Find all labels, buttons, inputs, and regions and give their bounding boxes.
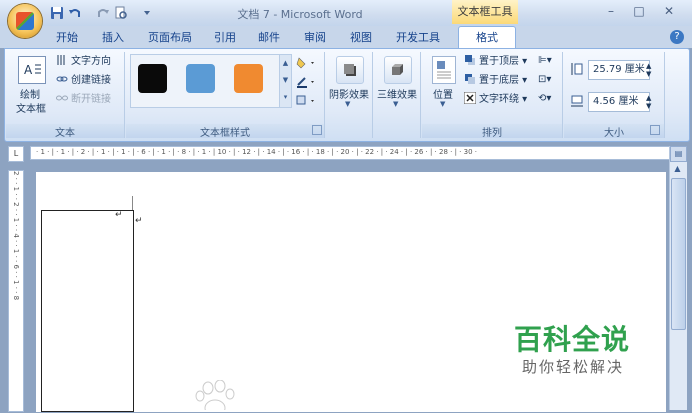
shape-fill-button[interactable]: [296, 56, 318, 70]
shape-outline-button[interactable]: [296, 75, 318, 89]
width-icon: [570, 94, 584, 108]
text-group-label: 文本: [6, 124, 124, 139]
shadow-dropdown-icon[interactable]: ▼: [345, 100, 350, 108]
svg-text:A: A: [24, 63, 33, 77]
draw-textbox-button[interactable]: 文本框: [8, 100, 54, 115]
margin-marker: [132, 196, 133, 210]
position-button[interactable]: 位置: [426, 86, 460, 101]
size-launcher-icon[interactable]: [650, 125, 660, 135]
tab-view[interactable]: 视图: [344, 29, 378, 47]
close-button[interactable]: ✕: [656, 4, 682, 20]
position-icon[interactable]: [432, 56, 456, 84]
undo-icon[interactable]: [68, 6, 82, 20]
text-direction-button[interactable]: 文字方向: [56, 54, 111, 70]
gallery-down-icon[interactable]: ▼: [280, 72, 291, 89]
styles-launcher-icon[interactable]: [312, 125, 322, 135]
window-title: 文档 7 - Microsoft Word: [237, 8, 363, 21]
context-tab-header: 文本框工具: [452, 0, 518, 24]
text-wrap-icon: [463, 91, 477, 105]
size-group-label: 大小: [564, 124, 664, 139]
group-icon[interactable]: ⊡▾: [538, 74, 558, 88]
watermark-subtitle: 助你轻松解决: [522, 358, 625, 376]
width-spinner-icon[interactable]: ▲ ▼: [646, 94, 651, 110]
text-wrap-button[interactable]: 文字环绕 ▾: [463, 91, 527, 108]
bring-front-label: 置于顶层: [479, 56, 519, 67]
tab-developer[interactable]: 开发工具: [390, 29, 446, 47]
scroll-up-icon[interactable]: ▲: [670, 162, 685, 176]
height-spinner-icon[interactable]: ▲ ▼: [646, 62, 651, 78]
print-preview-icon[interactable]: [114, 6, 128, 20]
align-icon[interactable]: ⊫▾: [538, 55, 558, 69]
link-icon: [56, 73, 68, 85]
break-link-icon: [56, 92, 68, 104]
vertical-ruler[interactable]: 2 · · 1 · · 2 · · 1 · · 4 · · 1 · · 6 · …: [8, 170, 24, 412]
text-direction-label: 文字方向: [71, 56, 111, 67]
maximize-button[interactable]: □: [626, 4, 652, 20]
office-button[interactable]: [8, 4, 42, 38]
tab-page-layout[interactable]: 页面布局: [142, 29, 198, 47]
vertical-ruler-marks: 2 · · 1 · · 2 · · 1 · · 4 · · 1 · · 6 · …: [12, 171, 20, 301]
help-icon[interactable]: ?: [670, 30, 684, 44]
tab-selector-icon[interactable]: L: [8, 146, 24, 162]
text-wrap-label: 文字环绕: [479, 94, 519, 105]
gallery-up-icon[interactable]: ▲: [280, 55, 291, 72]
width-field[interactable]: 4.56 厘米: [588, 92, 650, 112]
change-shape-button[interactable]: [296, 94, 318, 108]
send-to-back-button[interactable]: 置于底层 ▾: [464, 73, 527, 89]
draw-textbox-label1[interactable]: 绘制: [10, 86, 50, 101]
shadow-effects-button[interactable]: 阴影效果: [326, 86, 372, 101]
send-back-label: 置于底层: [479, 75, 519, 86]
break-link-label: 断开链接: [71, 94, 111, 105]
text-box[interactable]: [41, 210, 134, 412]
height-field[interactable]: 25.79 厘米: [588, 60, 650, 80]
textbox-return-mark: ↵: [115, 210, 123, 220]
minimize-button[interactable]: –: [598, 4, 624, 20]
create-link-button[interactable]: 创建链接: [56, 73, 111, 89]
three-d-dropdown-icon[interactable]: ▼: [393, 100, 398, 108]
position-dropdown-icon[interactable]: ▼: [440, 100, 445, 108]
customize-icon[interactable]: [140, 6, 154, 20]
paragraph-mark: ↵: [135, 216, 143, 226]
gallery-scroll[interactable]: ▲ ▼ ▾: [279, 54, 292, 108]
text-direction-icon: [56, 54, 68, 66]
style-swatch-blue[interactable]: [186, 64, 215, 93]
tab-review[interactable]: 审阅: [298, 29, 332, 47]
three-d-effects-button[interactable]: 三维效果: [374, 86, 420, 101]
save-icon[interactable]: [50, 6, 64, 20]
tab-mailings[interactable]: 邮件: [252, 29, 286, 47]
gallery-more-icon[interactable]: ▾: [280, 89, 291, 106]
tab-references[interactable]: 引用: [208, 29, 242, 47]
draw-textbox-icon: A: [18, 56, 46, 84]
arrange-group-label: 排列: [422, 124, 562, 139]
rotate-icon[interactable]: ⟲▾: [538, 93, 558, 107]
break-link-button[interactable]: 断开链接: [56, 92, 111, 108]
create-link-label: 创建链接: [71, 75, 111, 86]
scroll-thumb[interactable]: [671, 178, 686, 330]
style-swatch-orange[interactable]: [234, 64, 263, 93]
three-d-effects-icon[interactable]: [384, 56, 412, 84]
tab-home[interactable]: 开始: [50, 29, 84, 47]
watermark-title: 百科全说: [514, 323, 631, 356]
paw-watermark-icon: [190, 379, 240, 413]
tab-format[interactable]: 格式: [458, 26, 516, 49]
tab-insert[interactable]: 插入: [96, 29, 130, 47]
textbox-styles-label: 文本框样式: [126, 124, 324, 139]
send-back-icon: [464, 73, 476, 85]
shadow-effects-icon[interactable]: [336, 56, 364, 84]
bring-front-icon: [464, 54, 476, 66]
office-logo-icon: [16, 12, 34, 30]
height-icon: [570, 62, 584, 76]
horizontal-ruler-marks: · 1 · | · 1 · | · 2 · | · 1 · | · 1 · | …: [36, 148, 477, 156]
style-swatch-black[interactable]: [138, 64, 167, 93]
ruler-toggle-icon[interactable]: ▤: [670, 146, 687, 162]
bring-to-front-button[interactable]: 置于顶层 ▾: [464, 54, 527, 70]
redo-icon[interactable]: [96, 6, 110, 20]
